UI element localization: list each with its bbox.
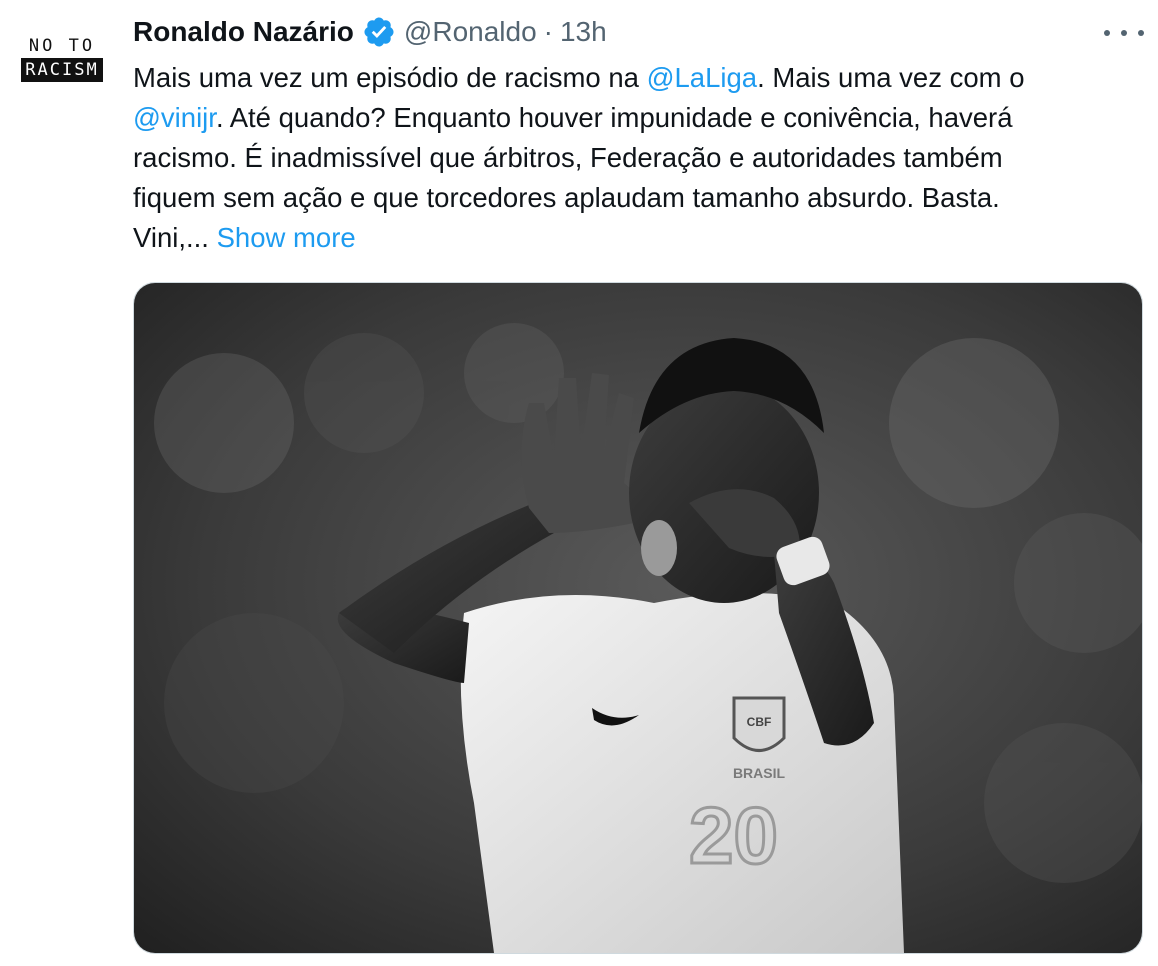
photo-illustration: CBF BRASIL 20	[134, 283, 1142, 953]
author-handle[interactable]: @Ronaldo	[404, 16, 537, 48]
tongue	[641, 520, 677, 576]
tweet-photo[interactable]: CBF BRASIL 20	[133, 282, 1143, 954]
tweet-text-segment: . Até quando? Enquanto houver impunidade…	[215, 102, 1013, 133]
tweet-text-line: Vini,... Show more	[133, 218, 1133, 258]
more-dot	[1104, 30, 1110, 36]
tweet-text-segment: Vini,...	[133, 222, 217, 253]
avatar-text-top: NO TO	[28, 36, 96, 56]
timestamp[interactable]: 13h	[560, 16, 607, 48]
tweet-text-line: racismo. É inadmissível que árbitros, Fe…	[133, 142, 1003, 173]
tweet-text-line: @vinijr. Até quando? Enquanto houver imp…	[133, 98, 1133, 138]
verified-badge-icon[interactable]	[362, 15, 396, 49]
cbf-label: CBF	[747, 715, 772, 729]
tweet-text: Mais uma vez um episódio de racismo na @…	[133, 58, 1133, 258]
tweet-header: Ronaldo Nazário @Ronaldo · 13h	[133, 12, 607, 52]
more-dot	[1138, 30, 1144, 36]
tweet-text-segment: . Mais uma vez com o	[757, 62, 1025, 93]
tweet-text-line: fiquem sem ação e que torcedores aplauda…	[133, 182, 1000, 213]
mention-link-vinijr[interactable]: @vinijr	[133, 102, 216, 133]
shirt-number: 20	[689, 791, 778, 880]
show-more-link[interactable]: Show more	[217, 222, 356, 253]
mention-link-laliga[interactable]: @LaLiga	[647, 62, 758, 93]
brasil-label: BRASIL	[733, 765, 786, 781]
more-options-icon[interactable]	[1104, 22, 1144, 44]
avatar[interactable]: NO TO RACISM	[18, 36, 106, 92]
author-display-name[interactable]: Ronaldo Nazário	[133, 16, 354, 48]
verified-badge-icon-graphic	[364, 17, 394, 47]
avatar-text-bottom: RACISM	[21, 58, 103, 82]
tweet-text-segment: Mais uma vez um episódio de racismo na	[133, 62, 647, 93]
separator-dot: ·	[543, 16, 553, 47]
tweet-text-line: Mais uma vez um episódio de racismo na @…	[133, 58, 1133, 98]
cbf-crest: CBF BRASIL	[732, 696, 786, 781]
more-dot	[1121, 30, 1127, 36]
